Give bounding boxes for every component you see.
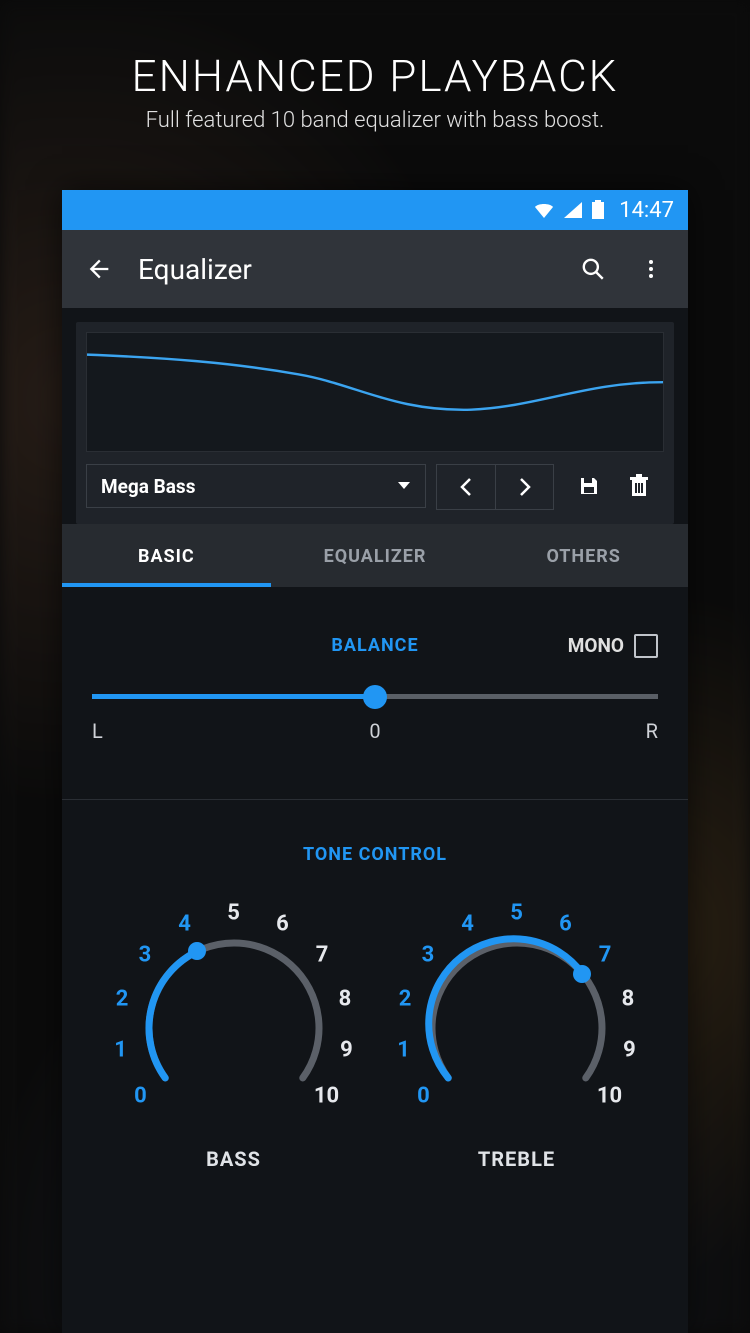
dial-tick-6: 6 xyxy=(559,911,572,936)
tab-equalizer[interactable]: EQUALIZER xyxy=(271,524,480,587)
dial-tick-3: 3 xyxy=(422,942,435,967)
balance-left-label: L xyxy=(92,719,103,743)
dial-bass[interactable]: 012345678910 xyxy=(104,883,364,1143)
more-button[interactable] xyxy=(632,250,670,288)
tab-basic[interactable]: BASIC xyxy=(62,524,271,587)
dial-tick-3: 3 xyxy=(139,942,152,967)
dial-tick-2: 2 xyxy=(116,987,129,1012)
mono-label: MONO xyxy=(568,634,624,657)
wifi-icon xyxy=(533,201,555,219)
delete-icon xyxy=(628,474,650,498)
tab-label: EQUALIZER xyxy=(324,546,427,567)
dial-tick-6: 6 xyxy=(276,911,289,936)
tab-others[interactable]: OTHERS xyxy=(479,524,688,587)
eq-curve-display xyxy=(86,332,664,452)
battery-icon xyxy=(591,200,605,220)
mono-checkbox xyxy=(634,634,658,658)
dial-tick-4: 4 xyxy=(178,911,191,936)
dial-tick-2: 2 xyxy=(399,987,412,1012)
balance-thumb[interactable] xyxy=(363,685,387,709)
dial-knob[interactable] xyxy=(188,942,206,960)
preset-prev-button[interactable] xyxy=(437,465,495,509)
search-button[interactable] xyxy=(574,250,612,288)
phone-frame: 14:47 Equalizer Mega Bas xyxy=(62,190,688,1333)
dial-tick-7: 7 xyxy=(599,942,612,967)
app-bar: Equalizer xyxy=(62,230,688,308)
balance-right-label: R xyxy=(646,719,658,743)
tone-title: TONE CONTROL xyxy=(92,844,658,865)
save-icon xyxy=(577,474,601,498)
dial-tick-10: 10 xyxy=(314,1083,339,1108)
search-icon xyxy=(580,256,606,282)
status-bar: 14:47 xyxy=(62,190,688,230)
dial-tick-1: 1 xyxy=(397,1037,410,1062)
balance-center-label: 0 xyxy=(369,719,380,743)
chevron-left-icon xyxy=(460,478,472,496)
dial-tick-9: 9 xyxy=(623,1037,636,1062)
more-vert-icon xyxy=(639,257,663,281)
mono-toggle[interactable]: MONO xyxy=(568,634,658,658)
status-time: 14:47 xyxy=(619,198,674,223)
tab-label: OTHERS xyxy=(546,546,620,567)
back-arrow-icon xyxy=(85,255,113,283)
chevron-right-icon xyxy=(519,478,531,496)
promo-title: ENHANCED PLAYBACK xyxy=(0,50,750,102)
preset-delete-button[interactable] xyxy=(614,464,664,508)
dial-tick-5: 5 xyxy=(227,901,240,926)
tab-bar: BASIC EQUALIZER OTHERS xyxy=(62,524,688,587)
divider xyxy=(62,799,688,800)
preset-selected-label: Mega Bass xyxy=(101,475,195,498)
dial-tick-10: 10 xyxy=(597,1083,622,1108)
preset-save-button[interactable] xyxy=(564,464,614,508)
dial-label: TREBLE xyxy=(478,1147,555,1171)
dial-tick-9: 9 xyxy=(340,1037,353,1062)
dial-tick-1: 1 xyxy=(114,1037,127,1062)
signal-icon xyxy=(563,201,583,219)
promo-subtitle: Full featured 10 band equalizer with bas… xyxy=(0,108,750,133)
page-title: Equalizer xyxy=(138,253,554,286)
tab-label: BASIC xyxy=(138,546,195,567)
dial-tick-0: 0 xyxy=(134,1083,147,1108)
preset-next-button[interactable] xyxy=(495,465,553,509)
dial-tick-0: 0 xyxy=(417,1083,430,1108)
preset-dropdown[interactable]: Mega Bass xyxy=(86,464,426,508)
promo-header: ENHANCED PLAYBACK Full featured 10 band … xyxy=(0,0,750,133)
dial-tick-4: 4 xyxy=(461,911,474,936)
preset-nav xyxy=(436,464,554,510)
dial-tick-5: 5 xyxy=(510,901,523,926)
dial-knob[interactable] xyxy=(573,965,591,983)
caret-down-icon xyxy=(397,481,411,491)
dial-tick-8: 8 xyxy=(622,987,635,1012)
balance-title: BALANCE xyxy=(331,635,418,656)
dial-treble[interactable]: 012345678910 xyxy=(387,883,647,1143)
eq-panel: Mega Bass xyxy=(76,322,674,524)
dial-tick-8: 8 xyxy=(339,987,352,1012)
dial-label: BASS xyxy=(206,1147,261,1171)
balance-slider[interactable]: L 0 R xyxy=(92,694,658,743)
back-button[interactable] xyxy=(80,250,118,288)
dial-tick-7: 7 xyxy=(316,942,329,967)
